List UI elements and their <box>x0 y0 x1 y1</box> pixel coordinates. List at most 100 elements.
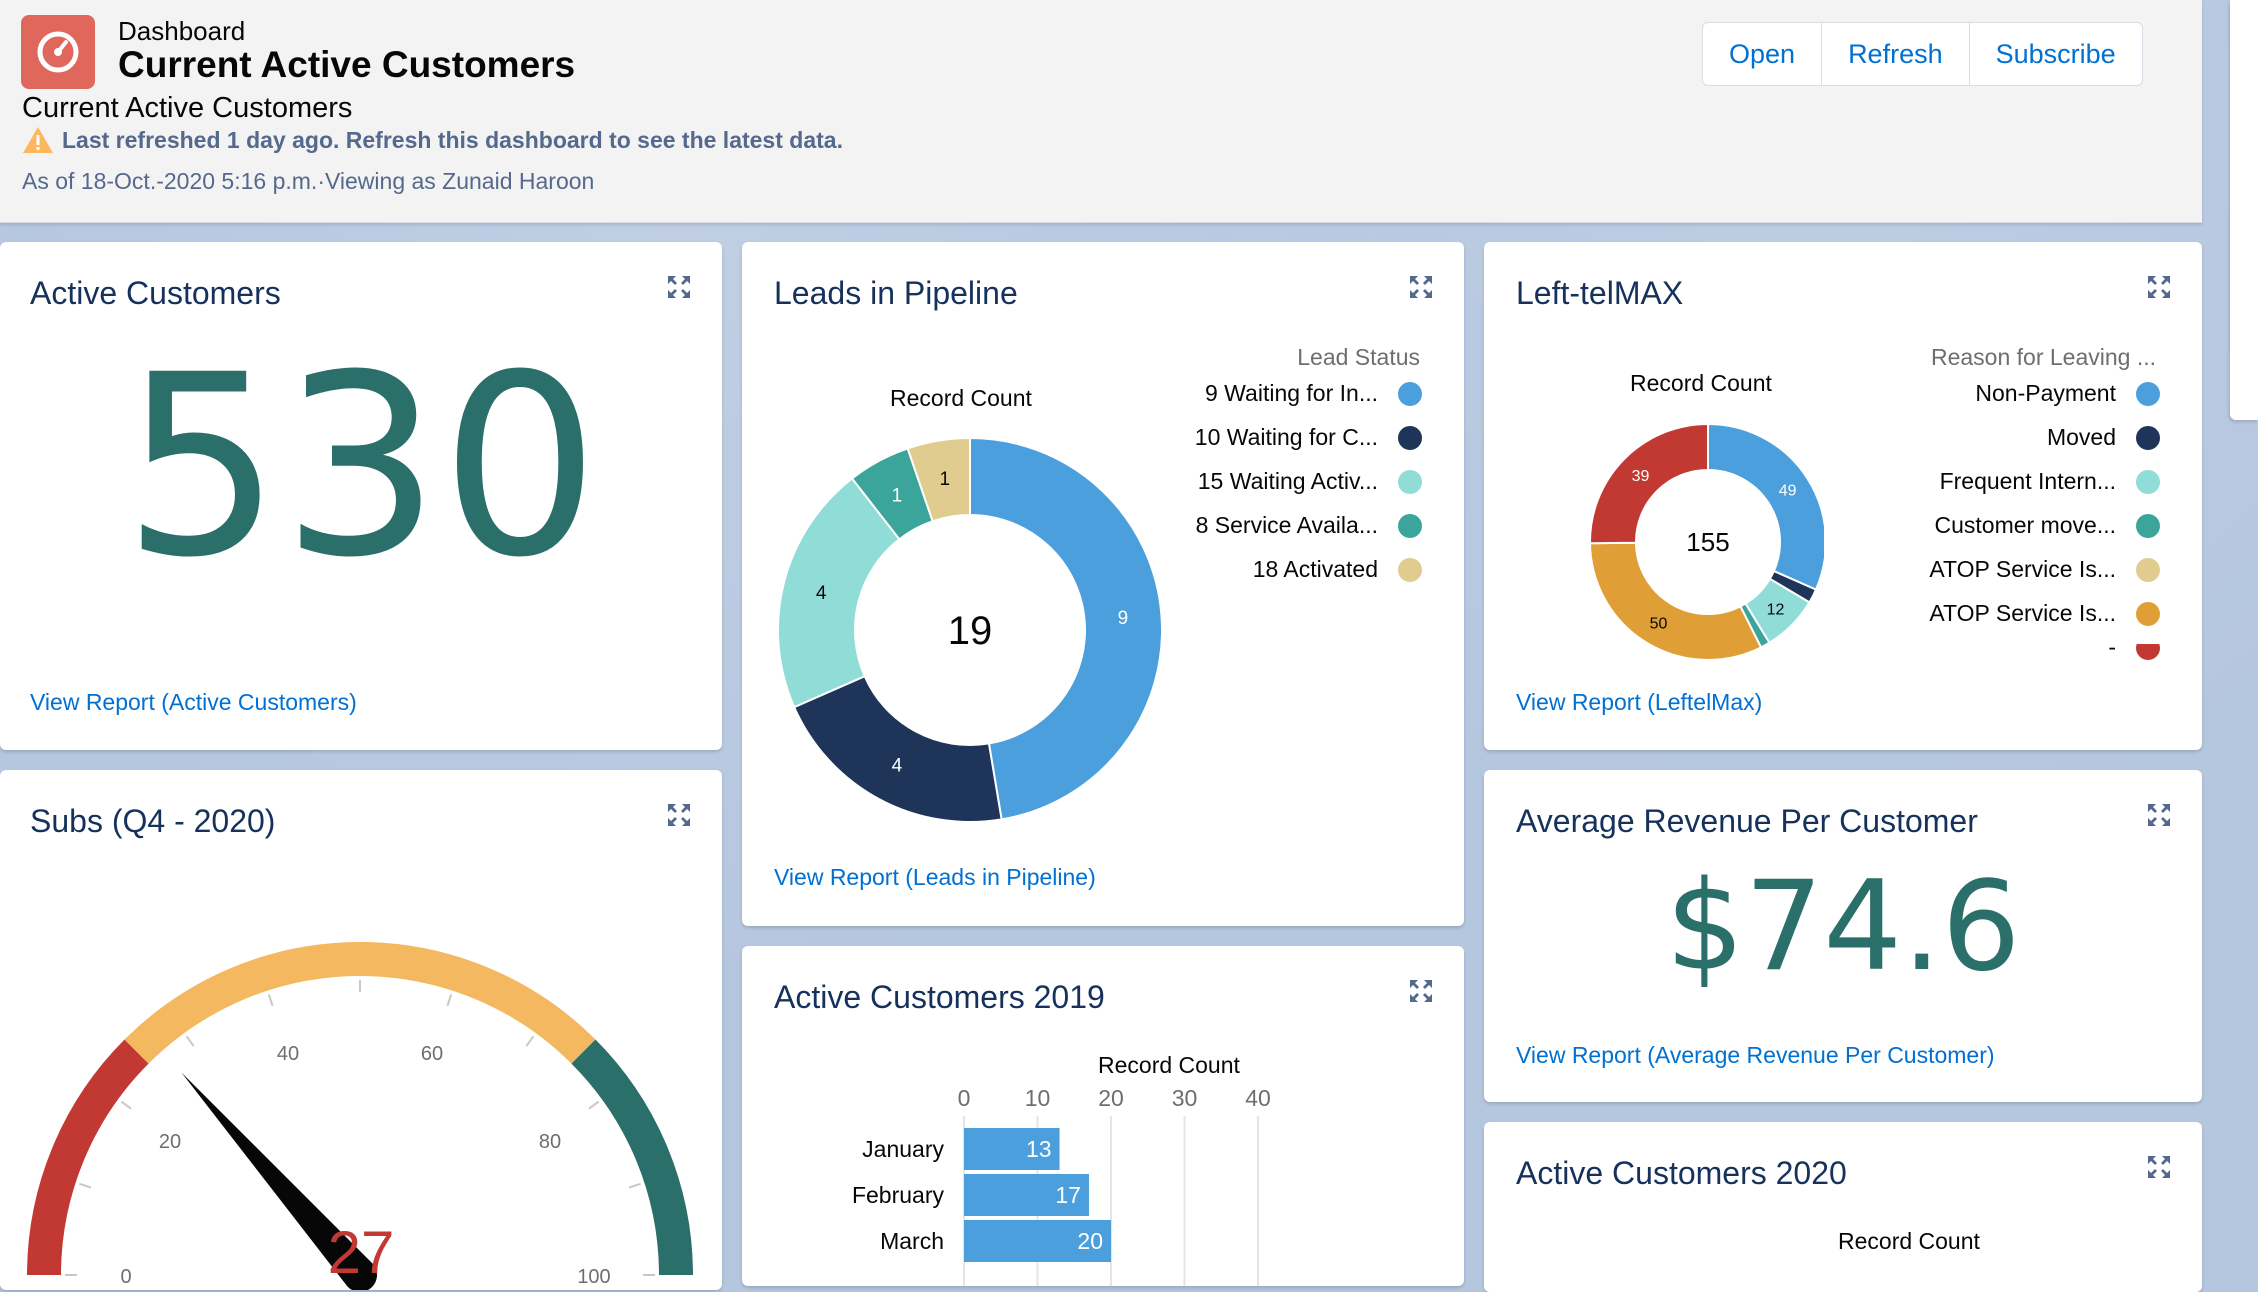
leads-pipeline-card: Leads in Pipeline Record Count 9 4 4 1 1 19 L… <box>742 242 1464 926</box>
donut-slice-label: 1 <box>892 486 903 507</box>
gauge-band <box>124 942 596 1064</box>
expand-icon[interactable] <box>2146 1154 2172 1180</box>
card-title: Active Customers <box>30 275 281 311</box>
gauge-tick <box>446 994 453 1007</box>
bar-axis-tick: 10 <box>1025 1086 1051 1111</box>
gauge-tick-label: 20 <box>159 1131 181 1153</box>
legend-swatch <box>1398 513 1422 538</box>
legend-item[interactable]: ATOP Service Is... <box>1929 600 2160 627</box>
gauge-tick <box>525 1035 535 1047</box>
donut-slice-label: 12 <box>1767 601 1785 618</box>
legend-item[interactable]: 9 Waiting for In... <box>1205 380 1422 407</box>
gauge-tick <box>120 1100 132 1110</box>
legend-label: ATOP Service Is... <box>1929 600 2116 626</box>
active-customers-2019-card: Active Customers 2019 Record Count 0 10 20… <box>742 946 1464 1286</box>
expand-icon[interactable] <box>1408 274 1434 300</box>
view-report-link[interactable]: View Report (Leads in Pipeline) <box>774 864 1096 891</box>
legend-swatch <box>2136 425 2160 450</box>
donut-slice-label: 50 <box>1650 616 1668 633</box>
expand-icon[interactable] <box>2146 802 2172 828</box>
active-customers-2019-bar-chart: 0 10 20 30 40 13 January 17 February 20 March <box>852 1086 1271 1286</box>
donut-metric-label: Record Count <box>1630 370 1772 396</box>
arpc-value: $74.6 <box>1665 855 2021 999</box>
bar-axis-tick: 30 <box>1172 1086 1198 1111</box>
card-title: Left-telMAX <box>1516 275 1684 311</box>
legend-swatch <box>1398 425 1422 450</box>
legend-label: 10 Waiting for C... <box>1194 424 1378 450</box>
gauge-tick <box>628 1182 641 1189</box>
legend-label: 18 Activated <box>1252 556 1378 582</box>
legend-swatch <box>2136 557 2160 582</box>
bar-category-label: March <box>880 1228 944 1254</box>
open-button[interactable]: Open <box>1703 23 1823 85</box>
dashboard-app-icon <box>21 15 95 89</box>
refresh-warning: Last refreshed 1 day ago. Refresh this d… <box>22 126 843 154</box>
legend-label: Customer move... <box>1934 512 2117 538</box>
legend-swatch <box>1398 381 1422 406</box>
as-of-text: As of 18-Oct.-2020 5:16 p.m.·Viewing as … <box>22 168 595 194</box>
bar-category-label: February <box>852 1182 945 1208</box>
card-title: Leads in Pipeline <box>774 275 1018 311</box>
active-customers-card: Active Customers 530 View Report (Active… <box>0 242 722 750</box>
legend-label: 8 Service Availa... <box>1195 512 1378 538</box>
bar-axis-tick: 0 <box>958 1086 971 1111</box>
subscribe-button[interactable]: Subscribe <box>1970 23 2142 85</box>
legend-item[interactable]: 15 Waiting Activ... <box>1198 468 1422 495</box>
legend-item[interactable]: 18 Activated <box>1253 556 1422 583</box>
bar-value-label: 20 <box>1077 1228 1103 1254</box>
page-title: Current Active Customers <box>118 44 576 85</box>
legend-item[interactable]: 8 Service Availa... <box>1196 512 1422 539</box>
gauge-tick <box>79 1182 92 1189</box>
gauge-tick-label: 80 <box>539 1131 561 1153</box>
refresh-button[interactable]: Refresh <box>1822 23 1970 85</box>
view-report-link[interactable]: View Report (Average Revenue Per Custome… <box>1516 1042 1995 1069</box>
expand-icon[interactable] <box>2146 274 2172 300</box>
legend-swatch <box>2136 381 2160 406</box>
donut-slice-label: 9 <box>1118 608 1129 629</box>
legend-item[interactable]: 10 Waiting for C... <box>1195 424 1422 451</box>
view-report-link[interactable]: View Report (Active Customers) <box>30 689 357 716</box>
dashboard-subtitle: Current Active Customers <box>22 92 353 124</box>
header-button-group: Open Refresh Subscribe <box>1702 22 2143 86</box>
legend-item[interactable]: ATOP Service Is... <box>1929 556 2160 583</box>
legend-swatch <box>2136 469 2160 494</box>
donut-slice <box>1588 541 1763 661</box>
bar-axis-tick: 20 <box>1098 1086 1124 1111</box>
refresh-warning-text: Last refreshed 1 day ago. Refresh this d… <box>62 126 843 153</box>
expand-icon[interactable] <box>666 274 692 300</box>
dashboard-header: Dashboard Current Active Customers Curre… <box>0 0 2202 223</box>
view-report-link[interactable]: View Report (LeftelMax) <box>1516 689 1762 716</box>
card-title: Average Revenue Per Customer <box>1516 803 1978 839</box>
legend-overflow: - <box>1802 644 2202 662</box>
legend-swatch <box>2136 644 2160 660</box>
expand-icon[interactable] <box>666 802 692 828</box>
object-type-label: Dashboard <box>118 16 246 46</box>
donut-slice-label: 49 <box>1779 483 1797 500</box>
warning-icon <box>23 127 53 153</box>
legend-label: 15 Waiting Activ... <box>1197 468 1378 494</box>
active-customers-value: 530 <box>122 321 600 612</box>
legend-swatch <box>1398 557 1422 582</box>
donut-center-total: 155 <box>1686 527 1729 557</box>
legend-item[interactable]: Frequent Intern... <box>1940 468 2160 495</box>
bar-axis-title: Record Count <box>1098 1052 1240 1078</box>
side-panel-edge <box>2230 0 2258 420</box>
gauge-tick <box>267 994 274 1007</box>
leftelmax-card: Left-telMAX Record Count 49 12 50 39 155 Rea… <box>1484 242 2202 750</box>
legend-swatch <box>2136 601 2160 626</box>
legend-title: Lead Status <box>1297 344 1420 370</box>
legend-item[interactable]: Customer move... <box>1934 512 2160 539</box>
legend-label: 9 Waiting for In... <box>1205 380 1378 406</box>
donut-metric-label: Record Count <box>890 385 1032 411</box>
legend-swatch <box>1398 469 1422 494</box>
leads-donut-chart: 9 4 4 1 1 19 <box>777 436 1162 823</box>
expand-icon[interactable] <box>1408 978 1434 1004</box>
bar-axis-tick: 40 <box>1245 1086 1271 1111</box>
legend-item[interactable]: Moved <box>2047 424 2160 451</box>
legend-item[interactable]: - <box>2108 644 2160 661</box>
bar-category-label: January <box>862 1136 944 1162</box>
legend-item[interactable]: Non-Payment <box>1975 380 2160 407</box>
gauge-tick-label: 40 <box>277 1043 299 1065</box>
card-title: Active Customers 2020 <box>1516 1155 1847 1191</box>
donut-slice <box>969 436 1162 821</box>
